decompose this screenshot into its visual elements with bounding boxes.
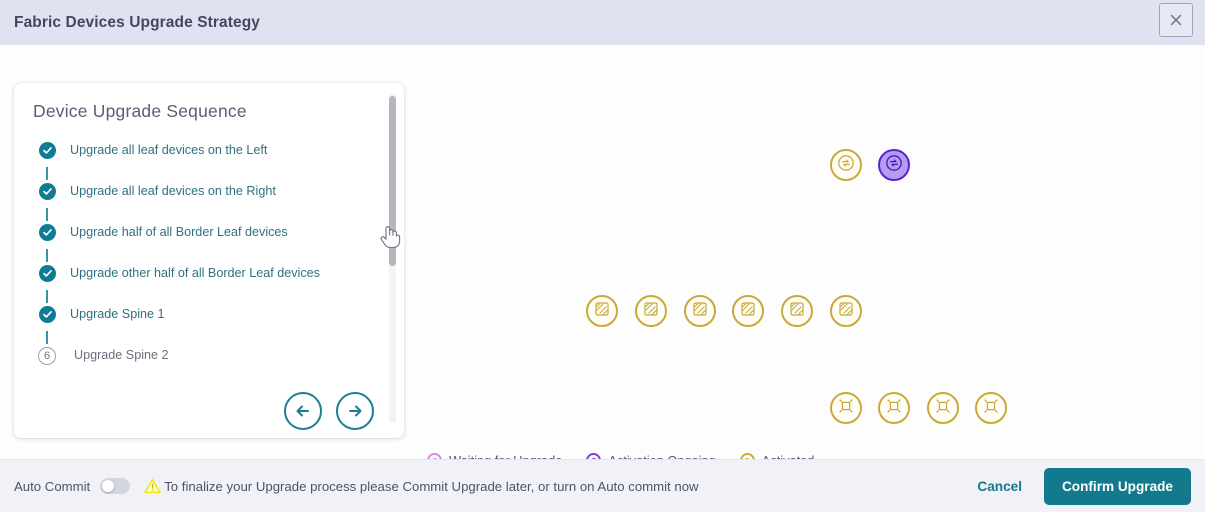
topology-node-border-leaf-3[interactable] <box>927 392 959 424</box>
page-title: Fabric Devices Upgrade Strategy <box>14 13 261 31</box>
leaf-device-icon <box>592 299 612 324</box>
topology-node-border-leaf-1[interactable] <box>830 392 862 424</box>
border-leaf-device-icon <box>981 396 1001 421</box>
topology-node-leaf-2[interactable] <box>635 295 667 327</box>
toggle-knob <box>102 480 115 492</box>
topology-node-leaf-6[interactable] <box>830 295 862 327</box>
border-leaf-device-icon <box>836 396 856 421</box>
topology-node-leaf-5[interactable] <box>781 295 813 327</box>
dialog-body: Device Upgrade Sequence Upgrade all leaf… <box>0 45 1205 459</box>
close-button[interactable] <box>1159 3 1193 37</box>
topology-node-leaf-3[interactable] <box>684 295 716 327</box>
leaf-device-icon <box>641 299 661 324</box>
dialog-footer: Auto Commit To finalize your Upgrade pro… <box>0 459 1205 512</box>
auto-commit-label: Auto Commit <box>14 478 91 494</box>
leaf-device-icon <box>787 299 807 324</box>
topology-node-border-leaf-4[interactable] <box>975 392 1007 424</box>
topology-node-leaf-4[interactable] <box>732 295 764 327</box>
border-leaf-device-icon <box>884 396 904 421</box>
topology-node-border-leaf-2[interactable] <box>878 392 910 424</box>
border-leaf-device-icon <box>933 396 953 421</box>
upgrade-strategy-dialog: Fabric Devices Upgrade Strategy Device U… <box>0 0 1205 512</box>
dialog-header: Fabric Devices Upgrade Strategy <box>0 0 1205 45</box>
router-device-icon <box>884 153 904 178</box>
fabric-topology-canvas <box>0 45 1205 459</box>
warning-icon <box>144 478 161 494</box>
footer-actions: Cancel Confirm Upgrade <box>977 460 1191 513</box>
close-icon <box>1169 13 1183 27</box>
leaf-device-icon <box>738 299 758 324</box>
commit-warning-text: To finalize your Upgrade process please … <box>164 478 699 494</box>
topology-node-spine-2[interactable] <box>878 149 910 181</box>
topology-node-spine-1[interactable] <box>830 149 862 181</box>
leaf-device-icon <box>836 299 856 324</box>
router-device-icon <box>836 153 856 178</box>
cancel-button[interactable]: Cancel <box>977 479 1022 494</box>
topology-node-leaf-1[interactable] <box>586 295 618 327</box>
auto-commit-toggle[interactable] <box>100 478 131 494</box>
leaf-device-icon <box>690 299 710 324</box>
confirm-upgrade-button[interactable]: Confirm Upgrade <box>1043 468 1191 505</box>
